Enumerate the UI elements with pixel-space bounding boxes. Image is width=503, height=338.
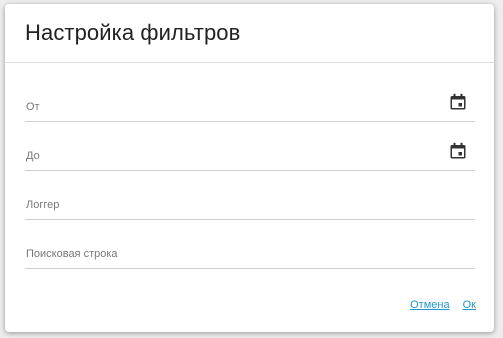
dialog-title: Настройка фильтров bbox=[25, 20, 241, 45]
logger-field[interactable]: Логгер bbox=[25, 186, 475, 220]
dialog-header: Настройка фильтров bbox=[5, 4, 494, 63]
filter-settings-dialog: Настройка фильтров От До Логгер Поискова… bbox=[5, 4, 494, 332]
search-string-field[interactable]: Поисковая строка bbox=[25, 235, 475, 269]
dialog-actions: Отмена Ок bbox=[400, 299, 476, 311]
date-from-field[interactable]: От bbox=[25, 88, 475, 122]
ok-button[interactable]: Ок bbox=[463, 299, 476, 311]
search-string-label: Поисковая строка bbox=[26, 248, 118, 260]
date-to-field[interactable]: До bbox=[25, 137, 475, 171]
cancel-button[interactable]: Отмена bbox=[410, 299, 449, 311]
date-to-label: До bbox=[26, 150, 40, 162]
logger-label: Логгер bbox=[26, 199, 60, 211]
calendar-icon[interactable] bbox=[449, 142, 467, 160]
date-from-label: От bbox=[26, 101, 40, 113]
calendar-icon[interactable] bbox=[449, 93, 467, 111]
